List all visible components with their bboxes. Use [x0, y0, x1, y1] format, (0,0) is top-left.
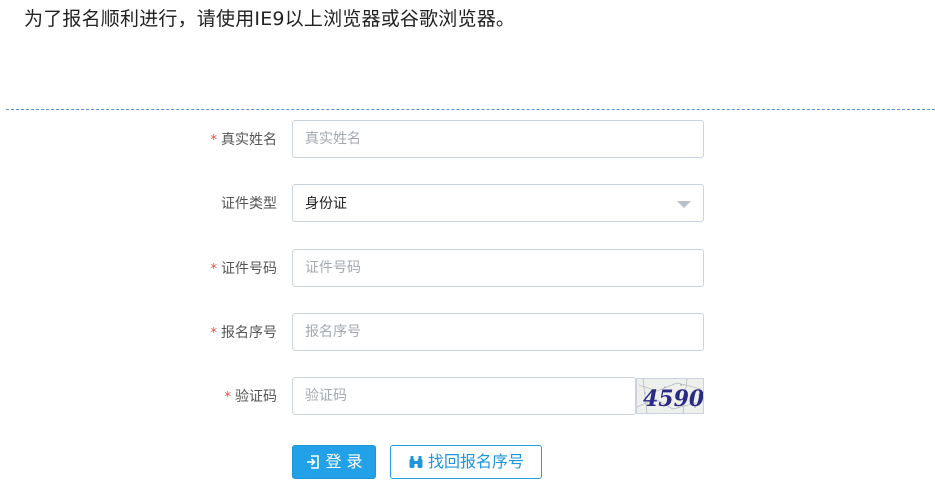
captcha-label-text: 验证码 [235, 389, 277, 405]
login-button[interactable]: 登 录 [292, 445, 376, 479]
name-field[interactable] [292, 120, 704, 158]
captcha-text: 4590 [643, 386, 703, 412]
serial-input[interactable] [293, 314, 703, 350]
name-input[interactable] [293, 121, 703, 157]
name-label-text: 真实姓名 [221, 132, 277, 148]
form-row-captcha: *验证码 4590 [0, 377, 935, 417]
captcha-input[interactable] [293, 378, 635, 414]
find-serial-button[interactable]: 找回报名序号 [390, 445, 542, 479]
form-row-id-type: 证件类型 身份证 [0, 184, 935, 224]
id-number-label-text: 证件号码 [221, 261, 277, 277]
form-row-name: * 真实姓名 [0, 120, 935, 160]
name-label: * 真实姓名 [211, 120, 278, 160]
binoculars-icon [408, 454, 424, 470]
browser-notice: 为了报名顺利进行，请使用IE9以上浏览器或谷歌浏览器。 [24, 8, 516, 30]
captcha-graphic: 4590 [637, 379, 703, 413]
chevron-down-icon [677, 201, 691, 208]
find-serial-label: 找回报名序号 [427, 452, 524, 471]
captcha-label: * 验证码 [225, 377, 278, 417]
id-number-label: * 证件号码 [211, 249, 278, 289]
required-mark: * [224, 390, 232, 405]
required-mark: * [210, 326, 218, 341]
required-mark: * [210, 262, 218, 277]
login-icon [305, 454, 321, 470]
form-row-serial: * 报名序号 [0, 313, 935, 353]
id-type-label-text: 证件类型 [221, 196, 277, 212]
login-label: 登 录 [325, 452, 363, 471]
serial-field[interactable] [292, 313, 704, 351]
serial-label: * 报名序号 [211, 313, 278, 353]
id-number-input[interactable] [293, 250, 703, 286]
captcha-field[interactable] [292, 377, 636, 415]
id-type-select[interactable]: 身份证 [292, 184, 704, 222]
form-row-id-number: * 证件号码 [0, 249, 935, 289]
id-type-label: 证件类型 [221, 184, 277, 224]
id-number-field[interactable] [292, 249, 704, 287]
serial-label-text: 报名序号 [221, 325, 277, 341]
section-divider [6, 109, 935, 110]
id-type-value: 身份证 [305, 196, 347, 212]
required-mark: * [210, 133, 218, 148]
captcha-image[interactable]: 4590 [636, 378, 704, 414]
